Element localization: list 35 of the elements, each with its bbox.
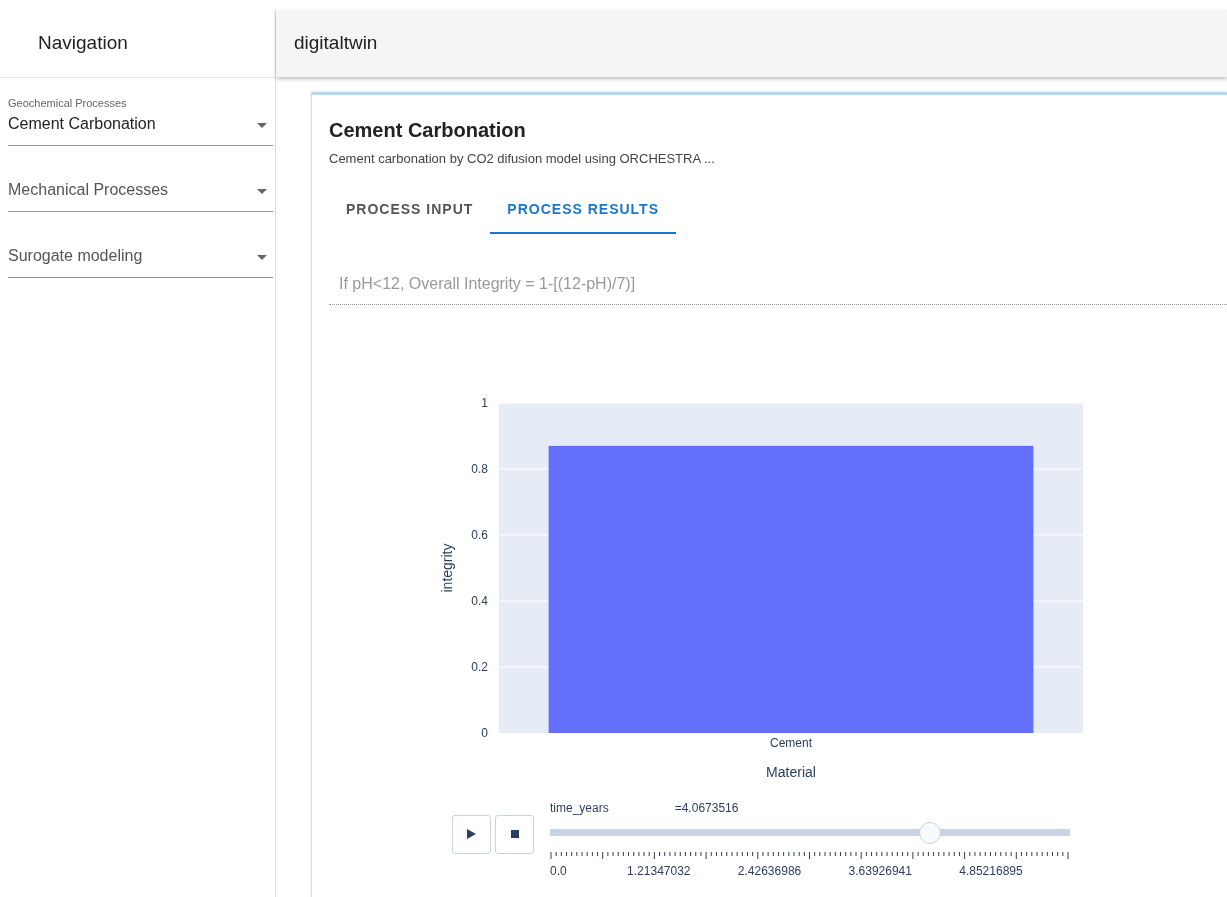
slider-tick-label: 2.42636986: [737, 862, 803, 880]
app-title: digitaltwin: [294, 31, 378, 56]
stop-icon: [510, 830, 519, 838]
play-button[interactable]: [452, 814, 491, 854]
axis-tick-label: 0.4: [471, 593, 488, 608]
axis-tick-label: Cement: [770, 735, 812, 750]
caret-icon: [257, 122, 267, 128]
axis-tick-label: 0: [481, 725, 488, 740]
formula-text: If pH<12, Overall Integrity = 1-[(12-pH)/7)]: [329, 271, 1227, 305]
dropdown[interactable]: Mechanical Processes: [8, 177, 273, 212]
stop-button[interactable]: [495, 814, 534, 854]
slider-label: time_years: [550, 799, 609, 817]
tab[interactable]: PROCESS INPUT: [329, 184, 491, 234]
play-icon: [467, 829, 476, 839]
dropdown[interactable]: Surogate modeling: [8, 243, 273, 278]
axis-tick-label: 0.2: [471, 659, 488, 674]
slider-tick-label: 1.21347032: [627, 862, 692, 880]
dropdown-label: Geochemical Processes: [8, 96, 128, 111]
axis-tick-label: 0.8: [471, 461, 488, 476]
sidebar-title: Navigation: [38, 31, 128, 56]
axis-tick-label: 1: [481, 395, 488, 410]
slider-value: =4.0673516: [674, 799, 739, 817]
axis-title: integrity: [439, 543, 455, 592]
slider-tick-label: 4.85216895: [959, 862, 1024, 880]
tab[interactable]: PROCESS RESULTS: [490, 184, 676, 234]
slider-tick-label: 3.63926941: [848, 862, 913, 880]
dropdown[interactable]: Geochemical Processes Cement Carbonation: [8, 95, 273, 146]
axis-tick-label: 0.6: [471, 527, 488, 542]
slider-tick-label: 0.0: [550, 862, 568, 880]
axis-title: Material: [766, 763, 816, 780]
slider-thumb[interactable]: [918, 821, 941, 844]
card-title: Cement Carbonation: [329, 118, 527, 143]
caret-icon: [257, 254, 267, 260]
caret-icon: [257, 188, 267, 194]
card-subtitle: Cement carbonation by CO2 difusion model using ORCHESTRA ...: [329, 150, 716, 168]
